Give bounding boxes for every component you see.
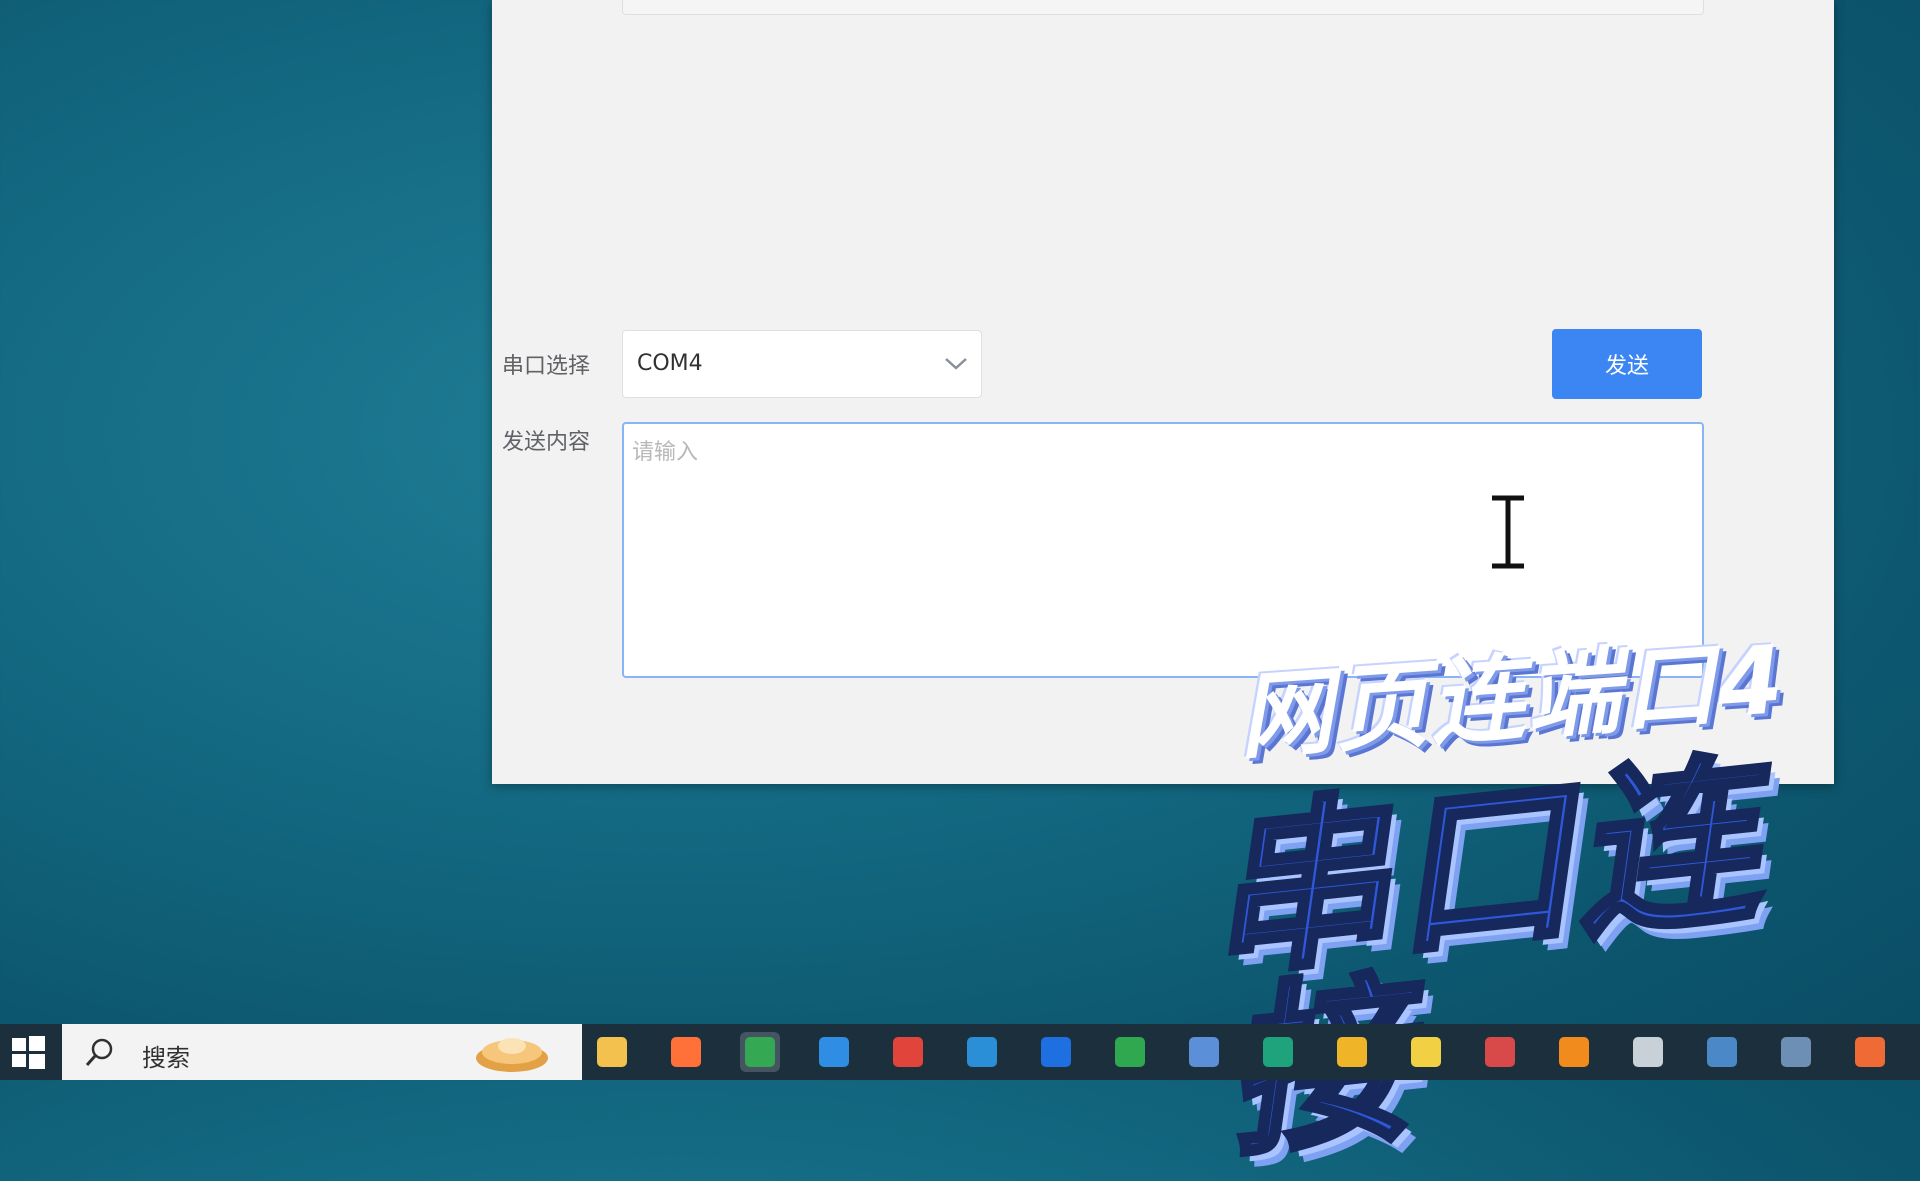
app-globe-icon-glyph [1707, 1037, 1737, 1067]
file-explorer-icon[interactable] [592, 1032, 632, 1072]
app-yellow-icon[interactable] [1406, 1032, 1446, 1072]
app-red-icon[interactable] [888, 1032, 928, 1072]
app-orange-round-icon-glyph [1855, 1037, 1885, 1067]
app-orange-round-icon[interactable] [1850, 1032, 1890, 1072]
app-green-icon-glyph [1115, 1037, 1145, 1067]
app-ball-icon-glyph [1485, 1037, 1515, 1067]
firefox-icon-glyph [671, 1037, 701, 1067]
file-explorer-icon-glyph [597, 1037, 627, 1067]
search-highlight-icon [476, 1038, 548, 1072]
taskbar-search-box[interactable]: 搜索 [62, 1024, 582, 1080]
remote-desktop-icon-glyph [1189, 1037, 1219, 1067]
send-button[interactable]: 发送 [1552, 329, 1702, 399]
app-blue-icon[interactable] [1036, 1032, 1076, 1072]
app-dots-icon-glyph [1633, 1037, 1663, 1067]
app-red-icon-glyph [893, 1037, 923, 1067]
app-emoji-icon[interactable] [1332, 1032, 1372, 1072]
chrome-icon-glyph [745, 1037, 775, 1067]
overlay-caption-large: 串口连接 [1195, 733, 1772, 1181]
search-icon [85, 1038, 113, 1066]
firefox-icon[interactable] [666, 1032, 706, 1072]
app-ball-icon[interactable] [1480, 1032, 1520, 1072]
port-select[interactable]: COM4 [622, 330, 982, 398]
top-output-field [622, 0, 1704, 15]
app-dots-icon[interactable] [1628, 1032, 1668, 1072]
edge-icon-glyph [967, 1037, 997, 1067]
app-emoji-icon-glyph [1337, 1037, 1367, 1067]
port-select-label: 串口选择 [502, 354, 591, 379]
port-select-value: COM4 [637, 351, 703, 376]
start-button[interactable] [0, 1024, 56, 1080]
app-teal-icon-glyph [1263, 1037, 1293, 1067]
vscode-icon-glyph [819, 1037, 849, 1067]
content-label: 发送内容 [502, 430, 591, 455]
chevron-down-icon [945, 358, 967, 370]
text-cursor-icon [1492, 494, 1524, 570]
app-blue-icon-glyph [1041, 1037, 1071, 1067]
remote-desktop-icon[interactable] [1184, 1032, 1224, 1072]
edge-icon[interactable] [962, 1032, 1002, 1072]
windows-logo-icon [12, 1036, 45, 1069]
app-green-icon[interactable] [1110, 1032, 1150, 1072]
app-folder-icon[interactable] [1776, 1032, 1816, 1072]
app-teal-icon[interactable] [1258, 1032, 1298, 1072]
taskbar: 搜索 [0, 1024, 1920, 1080]
app-orange-icon-glyph [1559, 1037, 1589, 1067]
vscode-icon[interactable] [814, 1032, 854, 1072]
app-globe-icon[interactable] [1702, 1032, 1742, 1072]
app-orange-icon[interactable] [1554, 1032, 1594, 1072]
app-folder-icon-glyph [1781, 1037, 1811, 1067]
app-yellow-icon-glyph [1411, 1037, 1441, 1067]
search-text: 搜索 [142, 1044, 190, 1072]
chrome-icon[interactable] [740, 1032, 780, 1072]
